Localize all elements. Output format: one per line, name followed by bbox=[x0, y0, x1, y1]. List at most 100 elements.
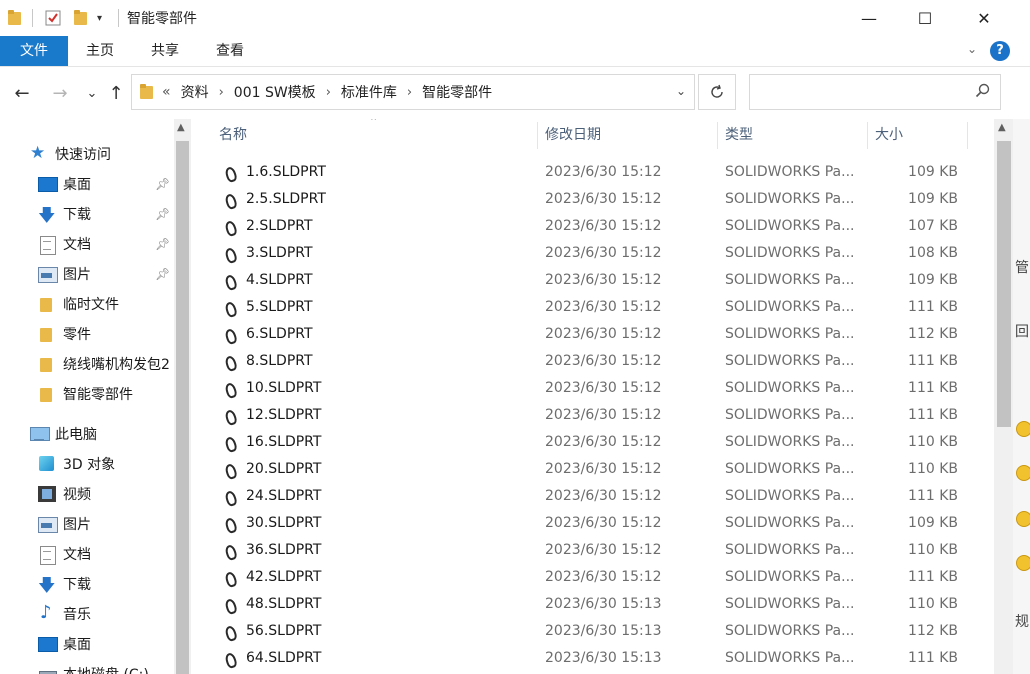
solidworks-part-file-icon bbox=[225, 166, 235, 180]
minimize-button[interactable]: — bbox=[840, 0, 898, 36]
star-icon bbox=[30, 143, 48, 163]
properties-icon[interactable] bbox=[44, 0, 62, 36]
customize-quick-access-icon[interactable]: ▾ bbox=[97, 0, 102, 36]
file-type: SOLIDWORKS Pa... bbox=[725, 623, 855, 639]
pictures-icon bbox=[38, 266, 58, 283]
file-size: 109 KB bbox=[908, 272, 958, 288]
up-button[interactable]: ↑ bbox=[104, 80, 128, 106]
tab-view[interactable]: 查看 bbox=[208, 36, 252, 66]
close-button[interactable]: ✕ bbox=[955, 0, 1013, 36]
file-name: 30.SLDPRT bbox=[246, 515, 322, 531]
search-input[interactable] bbox=[749, 74, 1001, 110]
breadcrumb-item[interactable]: 智能零部件 bbox=[422, 82, 492, 102]
solidworks-part-file-icon bbox=[225, 463, 235, 477]
sidebar-item-3d-objects[interactable]: 3D 对象 bbox=[0, 449, 174, 479]
sidebar-item-pc-documents[interactable]: 文档 bbox=[0, 539, 174, 569]
file-size: 111 KB bbox=[908, 353, 958, 369]
file-row[interactable]: 1.6.SLDPRT 2023/6/30 15:12 SOLIDWORKS Pa..… bbox=[191, 160, 994, 187]
file-row[interactable]: 8.SLDPRT 2023/6/30 15:12 SOLIDWORKS Pa... 1… bbox=[191, 349, 994, 376]
sidebar-item-pc-downloads[interactable]: 下载 bbox=[0, 569, 174, 602]
new-folder-icon[interactable] bbox=[74, 0, 88, 36]
tab-file[interactable]: 文件 bbox=[0, 36, 68, 66]
file-list-scrollbar[interactable]: ▲ bbox=[994, 119, 1013, 674]
file-row[interactable]: 36.SLDPRT 2023/6/30 15:12 SOLIDWORKS Pa...… bbox=[191, 538, 994, 565]
file-row[interactable]: 24.SLDPRT 2023/6/30 15:12 SOLIDWORKS Pa...… bbox=[191, 484, 994, 511]
file-row[interactable]: 2.SLDPRT 2023/6/30 15:12 SOLIDWORKS Pa... 1… bbox=[191, 214, 994, 241]
file-row[interactable]: 6.SLDPRT 2023/6/30 15:12 SOLIDWORKS Pa... 1… bbox=[191, 322, 994, 349]
sidebar-item-pc-desktop[interactable]: 桌面 bbox=[0, 629, 174, 659]
breadcrumb-separator-icon[interactable]: › bbox=[326, 85, 331, 100]
file-row[interactable]: 20.SLDPRT 2023/6/30 15:12 SOLIDWORKS Pa...… bbox=[191, 457, 994, 484]
file-row[interactable]: 16.SLDPRT 2023/6/30 15:12 SOLIDWORKS Pa...… bbox=[191, 430, 994, 457]
pictures-icon bbox=[38, 516, 58, 533]
sidebar-item-winding-package[interactable]: 绕线嘴机构发包2 bbox=[0, 349, 174, 379]
file-modified-date: 2023/6/30 15:13 bbox=[545, 596, 662, 612]
file-row[interactable]: 3.SLDPRT 2023/6/30 15:12 SOLIDWORKS Pa... 1… bbox=[191, 241, 994, 268]
expand-ribbon-chevron-icon[interactable]: ⌄ bbox=[967, 42, 977, 56]
file-row[interactable]: 42.SLDPRT 2023/6/30 15:12 SOLIDWORKS Pa...… bbox=[191, 565, 994, 592]
sidebar-item-downloads[interactable]: 下载 📌︎ bbox=[0, 199, 174, 232]
breadcrumb-item[interactable]: 标准件库 bbox=[341, 82, 397, 102]
file-row[interactable]: 64.SLDPRT 2023/6/30 15:13 SOLIDWORKS Pa...… bbox=[191, 646, 994, 673]
sidebar-item-music[interactable]: 音乐 bbox=[0, 599, 174, 629]
sidebar-item-pictures[interactable]: 图片 📌︎ bbox=[0, 259, 174, 289]
window-title: 智能零部件 bbox=[127, 11, 197, 27]
sidebar-item-videos[interactable]: 视频 bbox=[0, 479, 174, 509]
sidebar-item-quick-access[interactable]: 快速访问 bbox=[0, 139, 174, 169]
pin-icon: 📌︎ bbox=[155, 177, 171, 191]
breadcrumb-overflow[interactable]: « bbox=[162, 84, 171, 100]
column-separator[interactable] bbox=[967, 122, 968, 149]
navigation-pane-scrollbar[interactable]: ▲ bbox=[174, 119, 191, 674]
file-name: 56.SLDPRT bbox=[246, 623, 322, 639]
column-header-date[interactable]: 修改日期 bbox=[545, 119, 717, 152]
title-bar: ▾ 智能零部件 — ☐ ✕ bbox=[0, 0, 1030, 36]
background-text: 管 bbox=[1015, 260, 1029, 276]
column-separator[interactable] bbox=[717, 122, 718, 149]
file-row[interactable]: 48.SLDPRT 2023/6/30 15:13 SOLIDWORKS Pa...… bbox=[191, 592, 994, 619]
sidebar-item-documents[interactable]: 文档 📌︎ bbox=[0, 229, 174, 259]
breadcrumb-separator-icon[interactable]: › bbox=[219, 85, 224, 100]
computer-icon bbox=[30, 426, 50, 442]
maximize-button[interactable]: ☐ bbox=[896, 0, 954, 36]
tab-home[interactable]: 主页 bbox=[78, 36, 122, 66]
column-header-size[interactable]: 大小 bbox=[875, 119, 967, 152]
pin-icon: 📌︎ bbox=[155, 237, 171, 251]
file-row[interactable]: 56.SLDPRT 2023/6/30 15:13 SOLIDWORKS Pa...… bbox=[191, 619, 994, 646]
address-dropdown-chevron-icon[interactable]: ⌄ bbox=[676, 84, 686, 98]
column-separator[interactable] bbox=[867, 122, 868, 149]
file-row[interactable]: 5.SLDPRT 2023/6/30 15:12 SOLIDWORKS Pa... 1… bbox=[191, 295, 994, 322]
sidebar-item-desktop[interactable]: 桌面 📌︎ bbox=[0, 169, 174, 199]
file-size: 110 KB bbox=[908, 542, 958, 558]
sidebar-item-local-disk-c[interactable]: 本地磁盘 (C:) bbox=[0, 659, 174, 674]
sidebar-item-temp-files[interactable]: 临时文件 bbox=[0, 289, 174, 319]
tab-share[interactable]: 共享 bbox=[143, 36, 187, 66]
breadcrumb-item[interactable]: 资料 bbox=[181, 82, 209, 102]
file-name: 10.SLDPRT bbox=[246, 380, 322, 396]
file-row[interactable]: 2.5.SLDPRT 2023/6/30 15:12 SOLIDWORKS Pa..… bbox=[191, 187, 994, 214]
back-button[interactable]: ← bbox=[10, 80, 34, 106]
file-row[interactable]: 10.SLDPRT 2023/6/30 15:12 SOLIDWORKS Pa...… bbox=[191, 376, 994, 403]
address-bar[interactable]: « 资料 › 001 SW模板 › 标准件库 › 智能零部件 ⌄ bbox=[131, 74, 695, 110]
file-row[interactable]: 30.SLDPRT 2023/6/30 15:12 SOLIDWORKS Pa...… bbox=[191, 511, 994, 538]
sidebar-item-parts[interactable]: 零件 bbox=[0, 319, 174, 349]
sidebar-item-smart-parts[interactable]: 智能零部件 bbox=[0, 379, 174, 409]
help-icon[interactable]: ? bbox=[990, 41, 1010, 61]
scroll-up-arrow-icon[interactable]: ▲ bbox=[998, 122, 1006, 133]
column-separator[interactable] bbox=[537, 122, 538, 149]
sidebar-item-label: 文档 bbox=[63, 547, 91, 563]
column-header-type[interactable]: 类型 bbox=[725, 119, 867, 152]
scrollbar-thumb[interactable] bbox=[176, 141, 189, 674]
breadcrumb-item[interactable]: 001 SW模板 bbox=[234, 82, 316, 102]
recent-locations-button[interactable]: ⌄ bbox=[80, 80, 104, 106]
file-row[interactable]: 4.SLDPRT 2023/6/30 15:12 SOLIDWORKS Pa... 1… bbox=[191, 268, 994, 295]
refresh-button[interactable] bbox=[698, 74, 736, 110]
sidebar-item-this-pc[interactable]: 此电脑 bbox=[0, 419, 174, 449]
breadcrumb-separator-icon[interactable]: › bbox=[407, 85, 412, 100]
scrollbar-thumb[interactable] bbox=[997, 141, 1011, 427]
sidebar-item-pc-pictures[interactable]: 图片 bbox=[0, 509, 174, 539]
file-row[interactable]: 12.SLDPRT 2023/6/30 15:12 SOLIDWORKS Pa...… bbox=[191, 403, 994, 430]
column-header-name[interactable]: 名称 bbox=[219, 119, 537, 152]
scroll-up-arrow-icon[interactable]: ▲ bbox=[177, 122, 185, 133]
forward-button[interactable]: → bbox=[48, 80, 72, 106]
file-size: 111 KB bbox=[908, 569, 958, 585]
